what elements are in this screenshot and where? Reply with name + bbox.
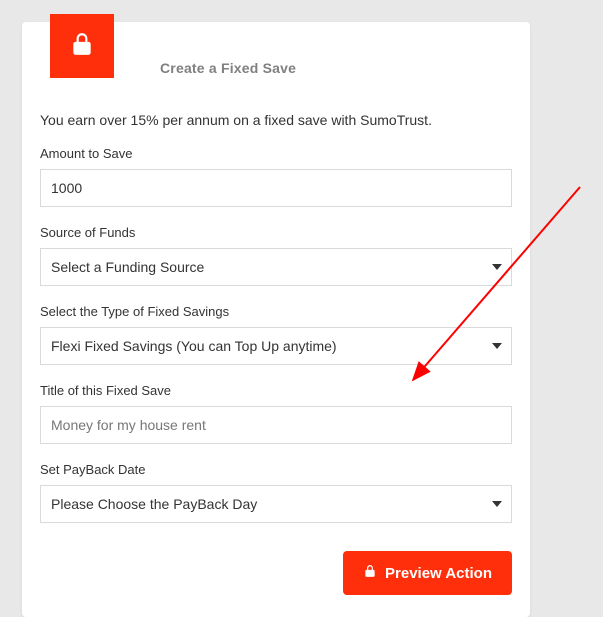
lock-icon bbox=[69, 31, 95, 62]
amount-input[interactable] bbox=[40, 169, 512, 207]
fixed-save-card: Create a Fixed Save You earn over 15% pe… bbox=[22, 22, 530, 617]
preview-action-button[interactable]: Preview Action bbox=[343, 551, 512, 595]
payback-select[interactable]: Please Choose the PayBack Day bbox=[40, 485, 512, 523]
page-title: Create a Fixed Save bbox=[160, 60, 296, 76]
preview-button-label: Preview Action bbox=[385, 565, 492, 582]
source-select[interactable]: Select a Funding Source bbox=[40, 248, 512, 286]
amount-group: Amount to Save bbox=[40, 146, 512, 207]
title-group: Title of this Fixed Save bbox=[40, 383, 512, 444]
source-label: Source of Funds bbox=[40, 225, 512, 240]
payback-label: Set PayBack Date bbox=[40, 462, 512, 477]
amount-label: Amount to Save bbox=[40, 146, 512, 161]
footer: Preview Action bbox=[40, 551, 512, 595]
lock-icon bbox=[363, 564, 377, 582]
type-label: Select the Type of Fixed Savings bbox=[40, 304, 512, 319]
title-input[interactable] bbox=[40, 406, 512, 444]
source-group: Source of Funds Select a Funding Source bbox=[40, 225, 512, 286]
type-select[interactable]: Flexi Fixed Savings (You can Top Up anyt… bbox=[40, 327, 512, 365]
payback-group: Set PayBack Date Please Choose the PayBa… bbox=[40, 462, 512, 523]
lock-badge bbox=[50, 14, 114, 78]
type-group: Select the Type of Fixed Savings Flexi F… bbox=[40, 304, 512, 365]
title-label: Title of this Fixed Save bbox=[40, 383, 512, 398]
subtitle: You earn over 15% per annum on a fixed s… bbox=[40, 112, 512, 128]
